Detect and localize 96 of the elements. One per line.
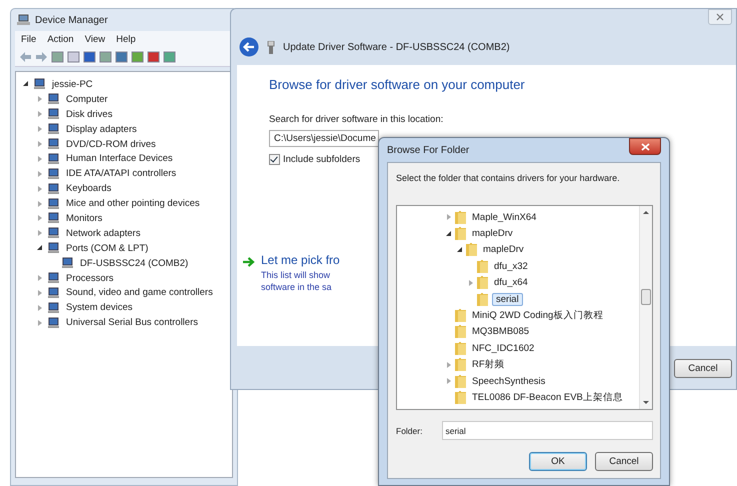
tree-item[interactable]: jessie-PC — [50, 78, 95, 91]
device-icon — [47, 316, 60, 329]
folder-icon — [455, 390, 466, 404]
tree-item[interactable]: Keyboards — [64, 182, 114, 196]
cancel-button[interactable]: Cancel — [674, 358, 732, 378]
tree-item[interactable]: Sound, video and game controllers — [64, 286, 215, 300]
tree-item[interactable]: Computer — [64, 92, 110, 106]
instruction-text: Select the folder that contains drivers for your hardware. — [396, 173, 621, 183]
tree-item[interactable]: Ports (COM & LPT) — [64, 242, 150, 255]
device-icon — [47, 123, 60, 136]
folder-icon — [477, 276, 488, 290]
device-icon — [47, 138, 60, 150]
device-icon — [47, 302, 60, 314]
field-label: Search for driver software in this location: — [269, 114, 444, 125]
close-icon — [640, 142, 650, 150]
folder-item[interactable]: MQ3BMB085 — [470, 325, 532, 338]
folder-icon — [455, 210, 466, 224]
folder-item[interactable]: dfu_x64 — [492, 276, 530, 290]
folder-item[interactable]: NFC_IDC1602 — [470, 342, 536, 355]
cancel-button[interactable]: Cancel — [595, 452, 653, 471]
device-icon — [47, 286, 60, 299]
folder-item[interactable]: RF射频 — [470, 357, 507, 372]
window-title: Browse For Folder — [387, 144, 470, 156]
folder-icon — [455, 374, 466, 388]
forward-icon[interactable] — [35, 51, 48, 63]
arrow-icon — [243, 257, 255, 267]
tree-item[interactable]: DF-USBSSC24 (COMB2) — [78, 256, 190, 270]
folder-icon — [466, 243, 477, 256]
expander-icon[interactable] — [36, 244, 44, 252]
device-icon — [47, 93, 60, 106]
folder-icon — [477, 292, 488, 306]
tree-item[interactable]: Universal Serial Bus controllers — [64, 316, 200, 330]
close-button[interactable] — [629, 138, 661, 155]
page-heading: Browse for driver software on your computer — [269, 77, 526, 92]
device-icon — [47, 242, 60, 254]
back-button[interactable] — [239, 37, 259, 57]
menu-item[interactable]: Help — [116, 34, 136, 45]
folder-item[interactable]: MiniQ 2WD Coding板入门教程 — [470, 308, 606, 324]
scroll-up-icon[interactable] — [643, 211, 649, 214]
field-label: Folder: — [396, 426, 422, 436]
back-icon — [239, 37, 259, 57]
folder-item[interactable]: serial — [492, 292, 523, 306]
folder-icon — [477, 260, 488, 273]
window-title: Update Driver Software - DF-USBSSC24 (COMB2) — [283, 42, 510, 52]
back-icon[interactable] — [19, 51, 32, 63]
folder-icon — [455, 342, 466, 355]
device-icon — [47, 168, 60, 180]
folder-item[interactable]: dfu_x32 — [492, 260, 530, 273]
close-icon — [715, 13, 725, 21]
usb-plug-icon — [267, 40, 275, 54]
device-icon — [47, 198, 60, 210]
ok-button[interactable]: OK — [529, 452, 587, 471]
menu-item[interactable]: File — [21, 34, 36, 45]
expander-icon[interactable] — [22, 80, 30, 88]
tree-item[interactable]: Display adapters — [64, 122, 139, 136]
folder-item[interactable]: TEL0086 DF-Beacon EVB上架信息 — [470, 390, 625, 405]
option-link[interactable]: Let me pick fro — [261, 253, 340, 267]
device-icon — [47, 152, 60, 165]
tree-item[interactable]: Network adapters — [64, 226, 142, 240]
tree-item[interactable]: DVD/CD-ROM drives — [64, 138, 158, 150]
checkbox[interactable] — [269, 154, 280, 165]
tree-item[interactable]: Processors — [64, 272, 116, 285]
expander-icon[interactable] — [445, 230, 453, 238]
scrollbar[interactable] — [639, 206, 652, 409]
menu-item[interactable]: Action — [47, 34, 74, 45]
tree-item[interactable]: System devices — [64, 301, 135, 314]
folder-item[interactable]: SpeechSynthesis — [470, 374, 548, 388]
folder-icon — [455, 227, 466, 240]
device-icon — [47, 272, 60, 284]
option-description: This list will show — [261, 269, 332, 281]
folder-item[interactable]: mapleDrv — [481, 243, 526, 256]
path-field[interactable]: C:\Users\jessie\Docume — [269, 130, 379, 147]
checkbox-label: Include subfolders — [283, 154, 360, 165]
scroll-down-icon[interactable] — [643, 401, 649, 404]
tree-item[interactable]: IDE ATA/ATAPI controllers — [64, 167, 178, 180]
expander-icon[interactable] — [456, 246, 464, 254]
tree-item[interactable]: Mice and other pointing devices — [64, 197, 202, 210]
tree-item[interactable]: Disk drives — [64, 108, 114, 121]
window-title: Device Manager — [35, 14, 108, 26]
folder-field[interactable]: serial — [442, 421, 653, 440]
device-icon — [47, 182, 60, 195]
menu-item[interactable]: View — [84, 34, 106, 45]
device-icon — [47, 227, 60, 240]
folder-icon — [455, 309, 466, 322]
tree-item[interactable]: Human Interface Devices — [64, 152, 175, 166]
folder-icon — [455, 325, 466, 338]
folder-item[interactable]: Maple_WinX64 — [470, 210, 538, 224]
tree-item[interactable]: Monitors — [64, 212, 104, 225]
folder-item[interactable]: mapleDrv — [470, 227, 515, 240]
device-icon — [33, 78, 46, 90]
device-icon — [47, 108, 60, 120]
device-icon — [47, 212, 60, 224]
scroll-thumb[interactable] — [641, 289, 651, 305]
device-icon — [61, 257, 74, 270]
option-description: software in the sa — [261, 281, 333, 293]
folder-icon — [455, 358, 466, 372]
